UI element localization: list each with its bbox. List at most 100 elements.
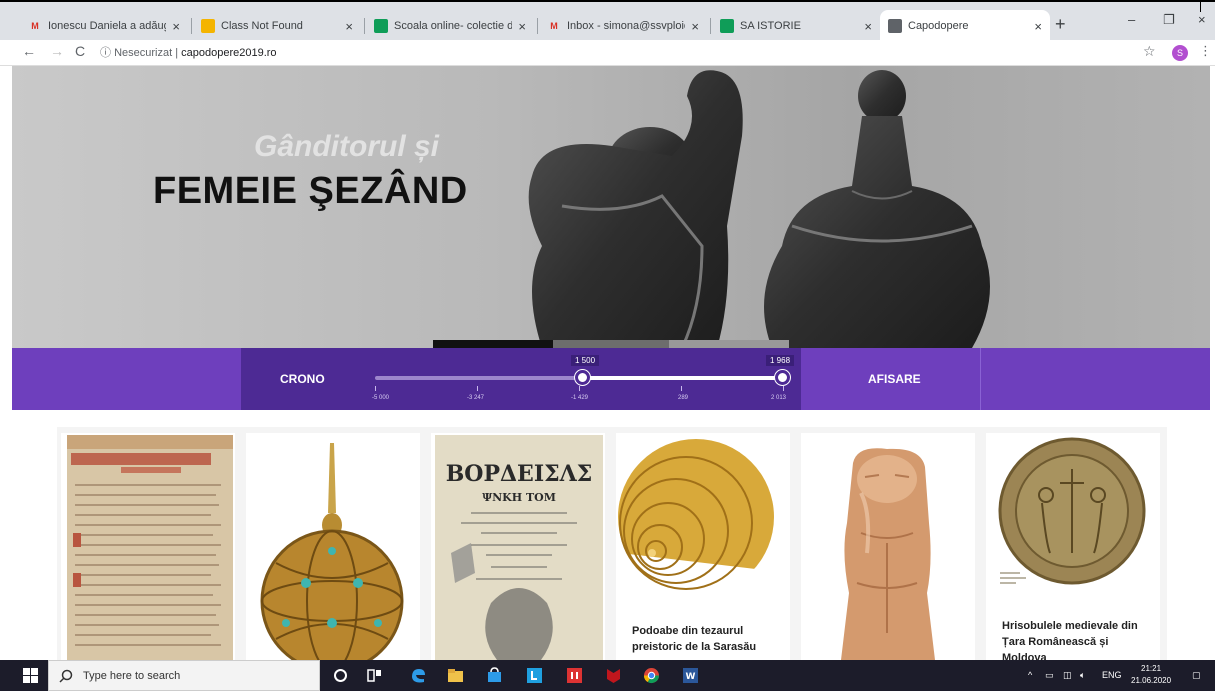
range-min-label: 1 500 [571,355,600,366]
tab-title: Ionescu Daniela a adăugat un [48,20,166,32]
idol-figurine-image [841,448,935,660]
timeline-tick-label: -3 247 [467,395,485,401]
windows-start-icon[interactable] [22,667,39,684]
filter-divider [980,348,981,410]
new-tab-icon[interactable]: + [1055,14,1066,35]
svg-text:W: W [686,672,696,682]
timeline-tick [375,386,376,391]
address-bar[interactable]: ⓘ Nesecurizat | capodopere2019.ro [100,44,277,60]
edge-icon[interactable] [410,667,427,684]
card-idol-figurine[interactable] [801,433,975,660]
taskbar-search-box[interactable]: Type here to search [48,660,320,691]
store-icon[interactable] [486,667,503,684]
slide-indicator[interactable] [669,340,789,348]
browser-tab-strip: M Ionescu Daniela a adăugat un × Class N… [0,0,1215,42]
chrome-icon[interactable] [643,667,660,684]
language-indicator[interactable]: ENG [1102,670,1122,680]
timeline-tick [783,386,784,391]
classroom-icon [720,19,734,33]
slide-indicator-active[interactable] [433,340,553,348]
card-gold-spiral[interactable]: Podoabe din tezaurul preistoric de la Sa… [616,433,790,660]
afisare-button[interactable]: AFISARE [868,372,921,386]
browser-toolbar: ← → C ⓘ Nesecurizat | capodopere2019.ro … [0,40,1215,66]
tab-scoala-online[interactable]: Scoala online- colectie de bu × [366,10,534,42]
clock[interactable]: 21:21 21.06.2020 [1131,663,1171,687]
gold-spiral-image [618,439,790,603]
reload-icon[interactable]: C [75,43,85,59]
profile-avatar[interactable]: S [1172,45,1188,61]
hero-title: FEMEIE ŞEZÂND [153,170,468,212]
card-golden-globe[interactable] [246,433,420,660]
range-max-label: 1 968 [766,355,795,366]
security-label: Nesecurizat [114,47,173,59]
hero-banner: Gânditorul și FEMEIE ŞEZÂND [12,66,1210,348]
url-host: capodopere2019.ro [181,47,277,59]
tab-divider [364,18,365,34]
tab-divider [191,18,192,34]
minimize-icon[interactable]: – [1128,12,1135,27]
clock-time: 21:21 [1141,664,1162,673]
printed-book-image: ΒΟΡΔΕΙΣΛΣ ΨΝΚΗ ΤΟΜ [435,435,603,660]
close-icon[interactable]: × [864,19,872,34]
classroom-icon [374,19,388,33]
card-medieval-seal[interactable]: Hrisobulele medievale din Țara Româneasc… [986,433,1160,660]
tab-title: Inbox - simona@ssvploiesti. [567,20,685,32]
tab-gmail-ionescu[interactable]: M Ionescu Daniela a adăugat un × [20,10,188,42]
task-view-icon[interactable] [366,667,383,684]
windows-taskbar: Type here to search W ^ ▭ ◫ 🔈︎ ENG 21:21… [0,660,1215,691]
file-explorer-icon[interactable] [447,667,464,684]
artwork-grid: ΒΟΡΔΕΙΣΛΣ ΨΝΚΗ ΤΟΜ Podoabe din tezaurul [57,427,1167,660]
filter-bar: CRONO -5 000 -3 247 -1 429 289 2 013 1 5… [12,348,1210,410]
close-icon[interactable]: × [172,19,180,34]
notifications-icon[interactable]: ▢ [1192,670,1201,681]
golden-globe-image [260,443,404,660]
word-icon[interactable]: W [682,667,699,684]
forward-icon[interactable]: → [50,43,64,59]
tab-title: Scoala online- colectie de bu [394,20,513,32]
bookmark-star-icon[interactable]: ☆ [1143,43,1156,60]
close-icon[interactable]: × [691,19,699,34]
mcafee-icon[interactable] [605,667,622,684]
card-caption: Podoabe din tezaurul preistoric de la Sa… [632,625,757,653]
search-icon [59,669,73,683]
close-icon[interactable]: × [345,19,353,34]
tab-inbox[interactable]: M Inbox - simona@ssvploiesti. × [539,10,707,42]
hero-statues-image [528,70,990,348]
window-frame-line [1200,2,1201,12]
hero-subtitle: Gânditorul și [254,130,440,163]
chevron-up-icon[interactable]: ^ [1028,670,1032,680]
close-icon[interactable]: × [1034,19,1042,34]
back-icon[interactable]: ← [22,43,36,59]
timeline-tick-label: -1 429 [571,395,589,401]
range-min-handle[interactable] [575,370,590,385]
gmail-icon: M [550,21,558,31]
card-printed-book[interactable]: ΒΟΡΔΕΙΣΛΣ ΨΝΚΗ ΤΟΜ [431,433,605,660]
info-icon[interactable]: ⓘ [100,47,111,59]
menu-kebab-icon[interactable]: ⋮ [1199,43,1212,59]
card-manuscript[interactable] [61,433,235,660]
volume-icon[interactable]: 🔈︎ [1080,670,1085,681]
gmail-icon: M [31,21,39,31]
range-max-handle[interactable] [775,370,790,385]
clock-date: 21.06.2020 [1131,676,1172,685]
medieval-seal-image [998,437,1146,585]
tab-sa-istorie[interactable]: SA ISTORIE × [712,10,880,42]
timeline-tick [579,386,580,391]
card-caption: Hrisobulele medievale din Țara Româneasc… [1002,620,1138,660]
cortana-icon[interactable] [332,667,349,684]
close-icon[interactable]: × [518,19,526,34]
app-red-icon[interactable] [566,667,583,684]
close-window-icon[interactable]: × [1198,12,1206,27]
maximize-icon[interactable]: ❐ [1163,12,1175,28]
slide-indicator[interactable] [553,340,669,348]
timeline-tick-label: 2 013 [771,395,787,401]
tab-capodopere[interactable]: Capodopere × [880,10,1050,42]
network-icon[interactable]: ◫ [1063,670,1072,681]
svg-text:ΒΟΡΔΕΙΣΛΣ: ΒΟΡΔΕΙΣΛΣ [446,461,593,487]
crono-panel: CRONO -5 000 -3 247 -1 429 289 2 013 1 5… [241,348,801,410]
tab-divider [537,18,538,34]
lync-icon[interactable] [526,667,543,684]
crono-label: CRONO [280,372,325,386]
battery-icon[interactable]: ▭ [1045,670,1054,681]
tab-class-not-found[interactable]: Class Not Found × [193,10,361,42]
